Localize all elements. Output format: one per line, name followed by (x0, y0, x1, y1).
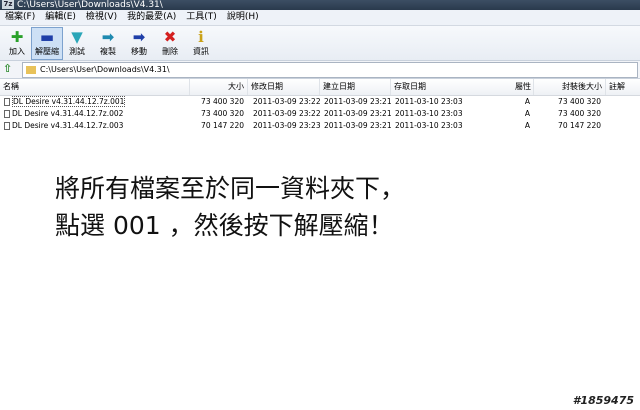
file-name: DL Desire v4.31.44.12.7z.001 (12, 96, 126, 107)
watermark: #1859475 (572, 394, 634, 407)
move-arrow-icon: ➡ (132, 28, 146, 46)
delete-button[interactable]: ✖ 刪除 (155, 28, 185, 58)
file-packed: 73 400 320 (558, 97, 601, 106)
move-button[interactable]: ➡ 移動 (124, 28, 154, 58)
add-button[interactable]: ✚ 加入 (2, 28, 32, 58)
menu-tools[interactable]: 工具(T) (181, 10, 222, 25)
move-button-label: 移動 (131, 47, 147, 56)
file-attributes: A (524, 109, 530, 118)
menu-file[interactable]: 檔案(F) (0, 10, 40, 25)
col-size[interactable]: 大小 (190, 79, 248, 95)
menu-edit[interactable]: 編輯(E) (40, 10, 81, 25)
menu-favorites[interactable]: 我的最愛(A) (122, 10, 181, 25)
delete-icon: ✖ (163, 28, 177, 46)
copy-arrow-icon: ➡ (101, 28, 115, 46)
file-size: 70 147 220 (201, 121, 244, 130)
file-icon (4, 122, 10, 130)
instruction-annotation: 將所有檔案至於同一資料夾下， 點選 001 ，然後按下解壓縮！ (55, 170, 405, 244)
file-accessed: 2011-03-10 23:03 (395, 109, 463, 118)
instruction-line-1: 將所有檔案至於同一資料夾下， (55, 174, 406, 203)
file-packed: 73 400 320 (558, 109, 601, 118)
col-packed[interactable]: 封裝後大小 (534, 79, 606, 95)
file-name-cell: DL Desire v4.31.44.12.7z.002 (0, 108, 190, 119)
file-accessed: 2011-03-10 23:03 (395, 121, 463, 130)
file-name-cell: DL Desire v4.31.44.12.7z.003 (0, 120, 190, 131)
instruction-line-2: 點選 001 ，然後按下解壓縮！ (55, 211, 394, 240)
file-row[interactable]: DL Desire v4.31.44.12.7z.001 73 400 320 … (0, 96, 640, 107)
file-row[interactable]: DL Desire v4.31.44.12.7z.002 73 400 320 … (0, 108, 640, 119)
col-name[interactable]: 名稱 (0, 79, 190, 95)
file-accessed: 2011-03-10 23:03 (395, 97, 463, 106)
file-created: 2011-03-09 23:21 (324, 97, 392, 106)
path-text: C:\Users\User\Downloads\V4.31\ (40, 65, 170, 74)
file-created: 2011-03-09 23:21 (324, 121, 392, 130)
file-modified: 2011-03-09 23:23 (253, 121, 321, 130)
extract-button-label: 解壓縮 (35, 47, 59, 56)
col-modified[interactable]: 修改日期 (248, 79, 320, 95)
copy-button[interactable]: ➡ 複製 (93, 28, 123, 58)
add-button-label: 加入 (9, 47, 25, 56)
path-field[interactable]: C:\Users\User\Downloads\V4.31\ (22, 62, 638, 78)
file-name: DL Desire v4.31.44.12.7z.002 (12, 109, 124, 118)
title-bar: 7z C:\Users\User\Downloads\V4.31\ (0, 0, 640, 10)
column-header: 名稱 大小 修改日期 建立日期 存取日期 屬性 封裝後大小 註解 (0, 79, 640, 96)
file-name-cell: DL Desire v4.31.44.12.7z.001 (0, 96, 190, 107)
minus-icon: ▬ (39, 28, 55, 46)
file-packed: 70 147 220 (558, 121, 601, 130)
file-attributes: A (524, 97, 530, 106)
col-created[interactable]: 建立日期 (320, 79, 391, 95)
file-modified: 2011-03-09 23:22 (253, 109, 321, 118)
file-list: 名稱 大小 修改日期 建立日期 存取日期 屬性 封裝後大小 註解 DL Desi… (0, 79, 640, 410)
file-icon (4, 110, 10, 118)
test-button-label: 測試 (69, 47, 85, 56)
col-comment[interactable]: 註解 (606, 79, 640, 95)
menu-view[interactable]: 檢視(V) (81, 10, 122, 25)
address-bar: ⇧ C:\Users\User\Downloads\V4.31\ (0, 61, 640, 79)
file-size: 73 400 320 (201, 97, 244, 106)
up-folder-icon[interactable]: ⇧ (3, 63, 15, 75)
file-icon (4, 98, 10, 106)
info-icon: ℹ (198, 28, 204, 46)
col-attributes[interactable]: 屬性 (464, 79, 534, 95)
file-attributes: A (524, 121, 530, 130)
window-title: C:\Users\User\Downloads\V4.31\ (17, 0, 163, 10)
toolbar: ✚ 加入 ▬ 解壓縮 ▼ 測試 ➡ 複製 ➡ 移動 ✖ 刪除 ℹ 資訊 (0, 26, 640, 61)
copy-button-label: 複製 (100, 47, 116, 56)
file-created: 2011-03-09 23:21 (324, 109, 392, 118)
file-size: 73 400 320 (201, 109, 244, 118)
test-button[interactable]: ▼ 測試 (62, 28, 92, 58)
file-modified: 2011-03-09 23:22 (253, 97, 321, 106)
delete-button-label: 刪除 (162, 47, 178, 56)
info-button[interactable]: ℹ 資訊 (186, 28, 216, 58)
menu-bar: 檔案(F) 編輯(E) 檢視(V) 我的最愛(A) 工具(T) 說明(H) (0, 10, 640, 26)
extract-button[interactable]: ▬ 解壓縮 (31, 27, 63, 60)
check-icon: ▼ (71, 28, 83, 46)
file-name: DL Desire v4.31.44.12.7z.003 (12, 121, 124, 130)
app-icon: 7z (2, 0, 14, 9)
folder-icon (26, 65, 36, 74)
menu-help[interactable]: 說明(H) (222, 10, 264, 25)
plus-icon: ✚ (10, 28, 24, 46)
info-button-label: 資訊 (193, 47, 209, 56)
file-row[interactable]: DL Desire v4.31.44.12.7z.003 70 147 220 … (0, 120, 640, 131)
